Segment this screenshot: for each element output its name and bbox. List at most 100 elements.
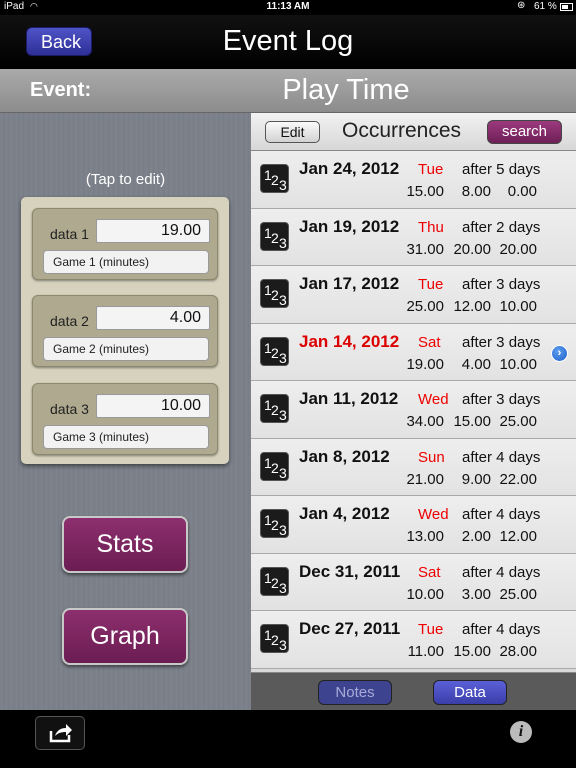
data-field-label: data 3 — [50, 401, 89, 417]
occurrence-value-1: 31.00 — [406, 240, 444, 258]
numbers-icon: 123 — [260, 164, 289, 193]
occurrence-list[interactable]: 123 Jan 24, 2012 Tue after 5 days 15.00 … — [251, 151, 576, 671]
occurrence-interval: after 4 days — [462, 448, 541, 466]
info-icon[interactable]: i — [510, 721, 532, 743]
occurrence-interval: after 3 days — [462, 391, 541, 408]
occurrence-date: Jan 8, 2012 — [299, 446, 390, 466]
list-item[interactable]: 123 Jan 4, 2012 Wed after 4 days 13.00 2… — [251, 496, 576, 554]
occurrence-value-2: 4.00 — [461, 355, 491, 373]
occurrence-value-1: 11.00 — [407, 643, 444, 660]
notes-tab[interactable]: Notes — [318, 680, 392, 705]
occurrence-interval: after 4 days — [462, 621, 541, 638]
occurrence-weekday: Tue — [418, 621, 444, 638]
occurrence-value-2: 2.00 — [461, 528, 491, 545]
occurrence-value-2: 12.00 — [453, 298, 491, 315]
occurrence-interval: after 5 days — [462, 161, 541, 178]
data-value-input[interactable]: 4.00 — [96, 306, 210, 330]
search-button[interactable]: search — [487, 120, 562, 144]
stats-button[interactable]: Stats — [62, 516, 188, 573]
numbers-icon: 123 — [260, 624, 289, 653]
occurrence-weekday: Wed — [418, 391, 449, 408]
occurrence-date: Jan 4, 2012 — [299, 504, 390, 523]
share-button[interactable] — [35, 716, 85, 750]
occurrence-value-3: 10.00 — [499, 298, 537, 315]
occurrence-weekday: Sat — [418, 333, 441, 351]
occurrence-value-1: 15.00 — [406, 183, 444, 200]
numbers-icon: 123 — [260, 279, 289, 308]
numbers-icon: 123 — [260, 566, 289, 596]
navigation-bar: Back Event Log — [0, 15, 576, 69]
data-field-label: data 2 — [50, 313, 89, 329]
numbers-icon: 123 — [260, 221, 289, 251]
occurrence-value-3: 0.00 — [507, 183, 537, 200]
occurrence-weekday: Wed — [418, 506, 449, 523]
data-field-label: data 1 — [50, 226, 89, 242]
list-item[interactable]: 123 Jan 17, 2012 Tue after 3 days 25.00 … — [251, 266, 576, 324]
occurrence-interval: after 4 days — [462, 563, 541, 581]
occurrence-value-3: 22.00 — [499, 470, 537, 488]
data-field-3: data 3 10.00 Game 3 (minutes) — [32, 383, 218, 455]
view-toggle-bar: Notes Data — [251, 672, 576, 710]
occurrences-header: Edit Occurrences search — [251, 113, 576, 151]
data-card: data 1 19.00 Game 1 (minutes) data 2 4.0… — [21, 197, 229, 464]
list-item-selected[interactable]: 123 Jan 14, 2012 Sat after 3 days 19.00 … — [251, 323, 576, 381]
list-item[interactable]: 123 Jan 8, 2012 Sun after 4 days 21.00 9… — [251, 438, 576, 496]
occurrence-date: Dec 31, 2011 — [299, 561, 401, 581]
occurrence-value-1: 34.00 — [406, 413, 444, 430]
list-item[interactable]: 123 Dec 27, 2011 Tue after 4 days 11.00 … — [251, 611, 576, 669]
occurrences-panel: Edit Occurrences search 123 Jan 24, 2012… — [251, 113, 576, 710]
status-bar: iPad ◠ 11:13 AM ⊛ 61 % — [0, 0, 576, 15]
occurrence-value-2: 20.00 — [453, 240, 491, 258]
occurrence-value-2: 9.00 — [461, 470, 491, 488]
editor-panel: (Tap to edit) data 1 19.00 Game 1 (minut… — [0, 113, 251, 710]
data-value-input[interactable]: 19.00 — [96, 219, 210, 243]
occurrence-date: Jan 14, 2012 — [299, 331, 400, 351]
numbers-icon: 123 — [260, 336, 289, 366]
data-description-input[interactable]: Game 3 (minutes) — [43, 425, 209, 449]
occurrence-date: Jan 19, 2012 — [299, 216, 400, 236]
occurrence-interval: after 4 days — [462, 506, 541, 523]
occurrence-value-3: 12.00 — [499, 528, 537, 545]
occurrence-date: Jan 24, 2012 — [299, 159, 400, 178]
data-value-input[interactable]: 10.00 — [96, 394, 210, 418]
occurrence-value-2: 8.00 — [461, 183, 491, 200]
status-time: 11:13 AM — [266, 1, 310, 12]
occurrence-value-1: 19.00 — [406, 355, 444, 373]
occurrence-weekday: Thu — [418, 218, 444, 236]
data-description-input[interactable]: Game 1 (minutes) — [43, 250, 209, 274]
event-label: Event: — [30, 79, 92, 101]
occurrence-date: Jan 11, 2012 — [299, 389, 399, 408]
numbers-icon: 123 — [260, 451, 289, 481]
occurrence-date: Jan 17, 2012 — [299, 274, 400, 293]
disclosure-icon[interactable]: › — [551, 344, 568, 362]
list-item[interactable]: 123 Jan 24, 2012 Tue after 5 days 15.00 … — [251, 151, 576, 209]
event-name[interactable]: Play Time — [251, 74, 441, 107]
bottom-toolbar: i — [0, 710, 576, 768]
page-title: Event Log — [222, 25, 354, 57]
occurrence-interval: after 2 days — [462, 218, 541, 236]
battery-percent: 61 % — [534, 1, 557, 12]
occurrence-interval: after 3 days — [462, 333, 541, 351]
occurrence-value-3: 10.00 — [499, 355, 537, 373]
occurrence-value-2: 15.00 — [453, 413, 491, 430]
numbers-icon: 123 — [260, 509, 289, 538]
occurrence-value-3: 28.00 — [499, 643, 537, 660]
occurrence-value-2: 15.00 — [453, 643, 491, 660]
share-icon — [49, 724, 72, 743]
graph-button[interactable]: Graph — [62, 608, 188, 665]
occurrence-value-1: 13.00 — [406, 528, 444, 545]
data-tab[interactable]: Data — [433, 680, 507, 705]
list-item[interactable]: 123 Dec 31, 2011 Sat after 4 days 10.00 … — [251, 553, 576, 611]
occurrence-value-1: 21.00 — [406, 470, 444, 488]
edit-button[interactable]: Edit — [265, 121, 320, 143]
occurrence-value-3: 20.00 — [499, 240, 537, 258]
occurrence-weekday: Tue — [418, 161, 444, 178]
list-item[interactable]: 123 Jan 11, 2012 Wed after 3 days 34.00 … — [251, 381, 576, 439]
data-field-1: data 1 19.00 Game 1 (minutes) — [32, 208, 218, 280]
occurrence-value-1: 25.00 — [406, 298, 444, 315]
event-bar: Event: Play Time — [0, 69, 576, 113]
occurrence-weekday: Tue — [418, 276, 444, 293]
occurrence-value-3: 25.00 — [499, 585, 537, 603]
list-item[interactable]: 123 Jan 19, 2012 Thu after 2 days 31.00 … — [251, 208, 576, 266]
data-description-input[interactable]: Game 2 (minutes) — [43, 337, 209, 361]
